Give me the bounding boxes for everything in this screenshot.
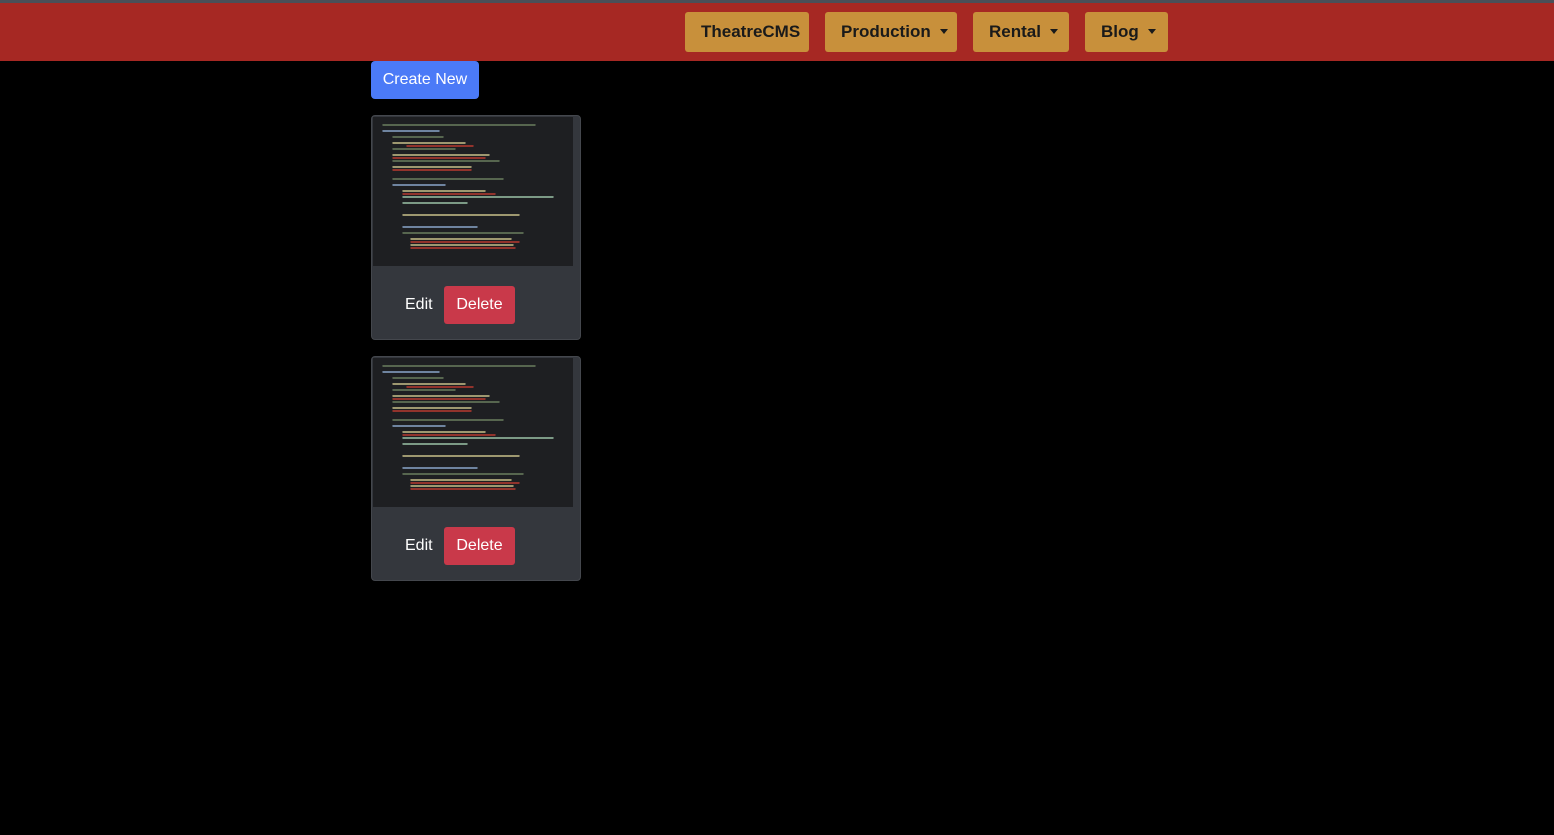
delete-button[interactable]: Delete bbox=[444, 286, 515, 324]
navbar: TheatreCMS Production Rental Blog bbox=[0, 3, 1554, 61]
create-new-button[interactable]: Create New bbox=[371, 61, 479, 99]
edit-link[interactable]: Edit bbox=[405, 286, 433, 324]
item-card: Edit Delete bbox=[371, 115, 581, 340]
brand-button[interactable]: TheatreCMS bbox=[685, 12, 809, 52]
rental-label: Rental bbox=[989, 22, 1041, 41]
code-screenshot-image[interactable] bbox=[373, 358, 573, 507]
caret-down-icon bbox=[1147, 29, 1156, 34]
code-screenshot-image[interactable] bbox=[373, 117, 573, 266]
delete-button[interactable]: Delete bbox=[444, 527, 515, 565]
caret-down-icon bbox=[939, 29, 948, 34]
brand-label: TheatreCMS bbox=[701, 22, 801, 41]
production-label: Production bbox=[841, 22, 931, 41]
production-dropdown[interactable]: Production bbox=[825, 12, 957, 52]
blog-dropdown[interactable]: Blog bbox=[1085, 12, 1168, 52]
item-card: Edit Delete bbox=[371, 356, 581, 581]
rental-dropdown[interactable]: Rental bbox=[973, 12, 1069, 52]
caret-down-icon bbox=[1049, 29, 1058, 34]
blog-label: Blog bbox=[1101, 22, 1139, 41]
edit-link[interactable]: Edit bbox=[405, 527, 433, 565]
